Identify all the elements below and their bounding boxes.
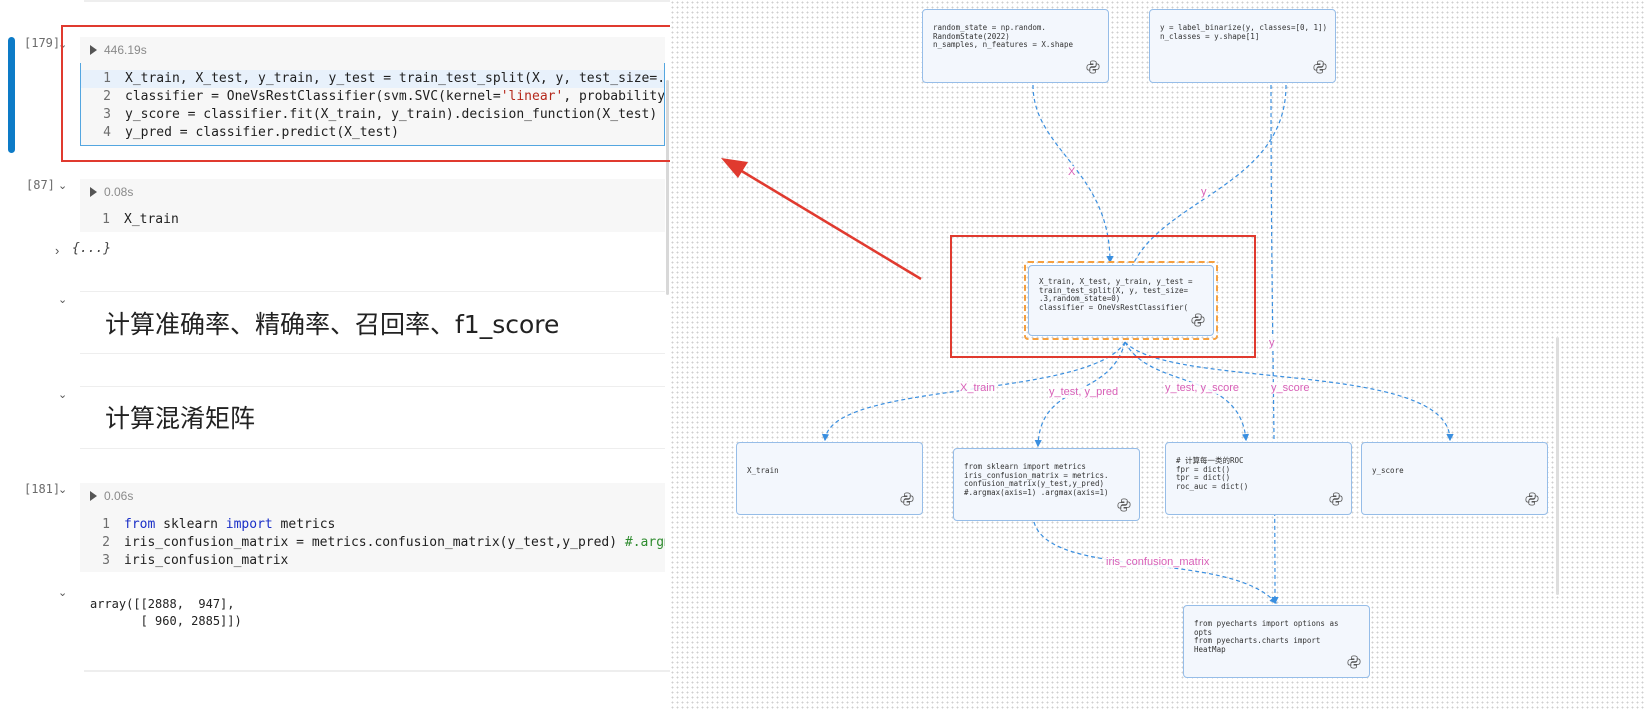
markdown-heading: 计算混淆矩阵: [105, 404, 256, 433]
node-code: # 计算每一类的ROC fpr = dict() tpr = dict() ro…: [1176, 456, 1249, 491]
collapsed-output[interactable]: {...}: [72, 241, 111, 256]
code-node-pyecharts[interactable]: from pyecharts import options as opts fr…: [1183, 605, 1370, 678]
code-editor[interactable]: 1 from sklearn import metrics 2 iris_confu…: [80, 509, 665, 572]
node-code: from sklearn import metrics iris_confusi…: [964, 462, 1109, 497]
code-line: X_train: [124, 212, 179, 227]
exec-count: [181]: [24, 482, 61, 496]
chevron-down-icon[interactable]: ⌄: [58, 483, 67, 496]
edge-label: y_score: [1270, 382, 1311, 394]
edge-label: y: [1268, 337, 1276, 349]
cell-run-header[interactable]: 0.08s: [80, 179, 665, 205]
highlight-annotation: [61, 25, 687, 162]
code-line: from sklearn import metrics: [124, 517, 336, 532]
chevron-down-icon[interactable]: ⌄: [58, 293, 67, 306]
node-code: y_score: [1372, 466, 1404, 475]
node-code: from pyecharts import options as opts fr…: [1194, 619, 1339, 654]
edge-label: y_test, y_score: [1164, 382, 1240, 394]
python-icon: [900, 492, 914, 506]
dataflow-graph-pane[interactable]: X y y X_train y_test, y_pred y_test, y_s…: [670, 0, 1645, 711]
expand-output-icon[interactable]: [90, 491, 97, 501]
cell-output: array([[2888, 947], [ 960, 2885]]): [90, 597, 242, 628]
chevron-right-icon[interactable]: ›: [55, 243, 59, 258]
graph-scrollbar[interactable]: [1556, 337, 1559, 595]
highlight-annotation: [950, 235, 1256, 358]
python-icon: [1347, 655, 1361, 669]
code-editor[interactable]: 1 X_train: [80, 205, 665, 232]
python-icon: [1086, 60, 1100, 74]
run-time: 0.06s: [104, 489, 134, 503]
chevron-down-icon[interactable]: ⌄: [58, 586, 67, 599]
edge-label: iris_confusion_matrix: [1105, 556, 1211, 568]
node-code: random_state = np.random. RandomState(20…: [933, 23, 1073, 49]
code-line: iris_confusion_matrix = metrics.confusio…: [124, 535, 665, 550]
expand-output-icon[interactable]: [90, 187, 97, 197]
code-node-confusion-matrix[interactable]: from sklearn import metrics iris_confusi…: [953, 448, 1140, 521]
edge-label: X_train: [959, 382, 996, 394]
active-cell-indicator[interactable]: [8, 37, 15, 153]
next-cell-edge: [84, 670, 700, 672]
code-node-x-train[interactable]: X_train: [736, 442, 923, 515]
edge-label: y_test, y_pred: [1048, 386, 1120, 398]
previous-cell-edge: [84, 0, 700, 2]
code-node-y-score[interactable]: y_score: [1361, 442, 1548, 515]
python-icon: [1329, 492, 1343, 506]
node-code: X_train: [747, 466, 779, 475]
python-icon: [1117, 498, 1131, 512]
cell-run-header[interactable]: 0.06s: [80, 483, 665, 509]
chevron-down-icon[interactable]: ⌄: [58, 388, 67, 401]
code-node-label-binarize[interactable]: y = label_binarize(y, classes=[0, 1]) n_…: [1149, 9, 1336, 83]
notebook-pane: [179] ⌄ 446.19s 1 X_train, X_test, y_trai…: [0, 0, 700, 711]
python-icon: [1525, 492, 1539, 506]
edge-label: y: [1200, 186, 1208, 198]
code-line: iris_confusion_matrix: [124, 553, 289, 568]
exec-count: [179]: [24, 36, 61, 50]
code-node-roc[interactable]: # 计算每一类的ROC fpr = dict() tpr = dict() ro…: [1165, 442, 1352, 515]
exec-count: [87]: [26, 178, 55, 192]
code-node-random-state[interactable]: random_state = np.random. RandomState(20…: [922, 9, 1109, 83]
markdown-heading: 计算准确率、精确率、召回率、f1_score: [105, 310, 560, 339]
node-code: y = label_binarize(y, classes=[0, 1]) n_…: [1160, 23, 1328, 41]
chevron-down-icon[interactable]: ⌄: [58, 179, 67, 192]
run-time: 0.08s: [104, 185, 134, 199]
python-icon: [1313, 60, 1327, 74]
edge-label: X: [1067, 166, 1077, 178]
